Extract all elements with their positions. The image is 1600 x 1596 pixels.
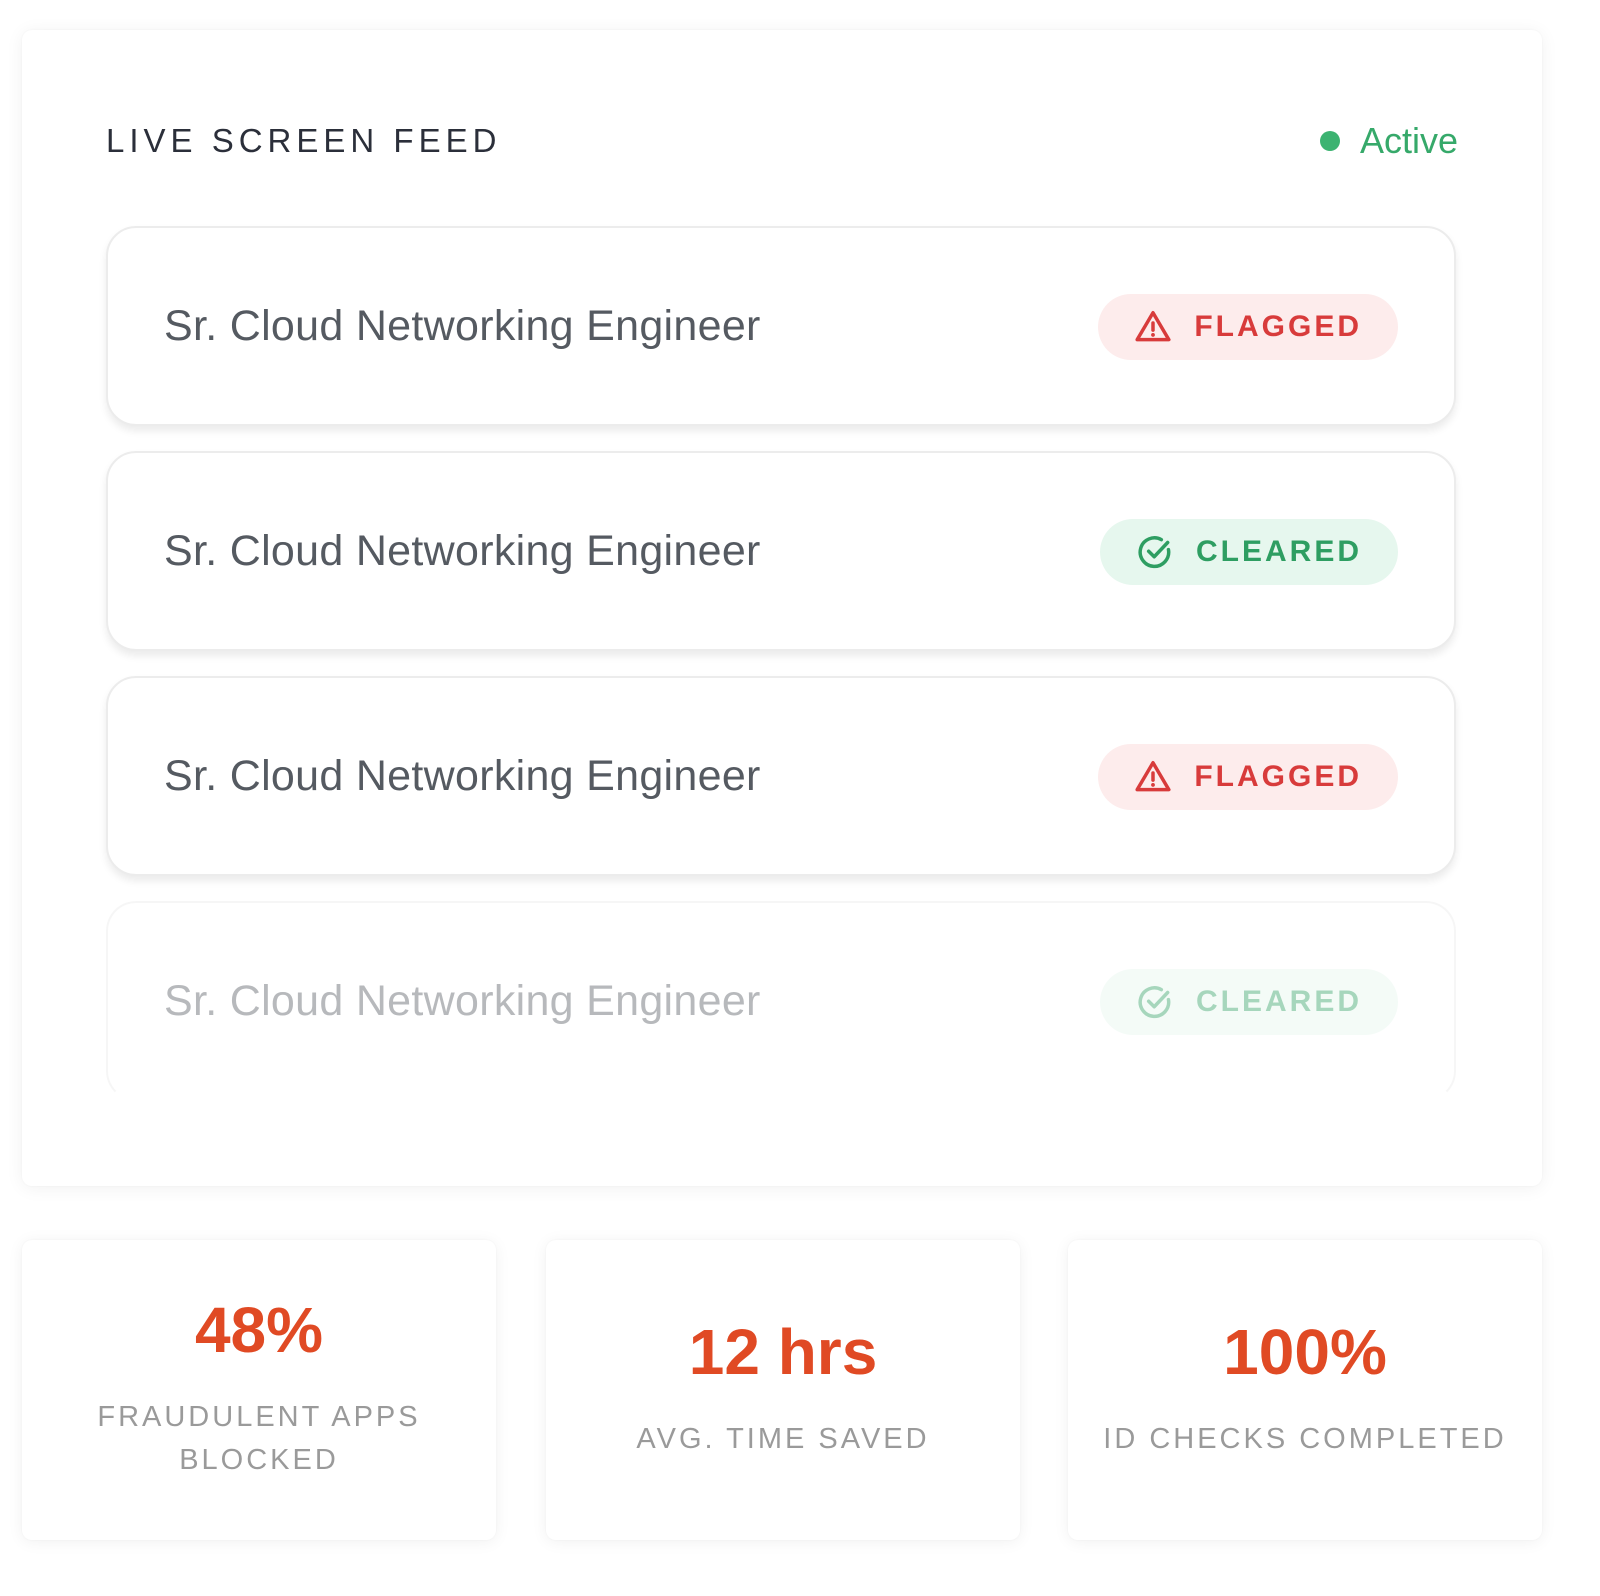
check-circle-icon xyxy=(1138,536,1171,569)
warning-triangle-icon xyxy=(1135,761,1171,792)
badge-label: CLEARED xyxy=(1195,985,1362,1018)
check-circle-icon xyxy=(1138,986,1171,1019)
stat-card-time-saved: 12 hrs AVG. TIME SAVED xyxy=(546,1240,1020,1540)
stat-label: ID CHECKS COMPLETED xyxy=(1103,1422,1507,1455)
stat-label: FRAUDULENT APPS BLOCKED xyxy=(97,1401,421,1476)
flagged-badge: FLAGGED xyxy=(1098,744,1398,810)
stat-label: AVG. TIME SAVED xyxy=(636,1422,930,1455)
feed-item-title: Sr. Cloud Networking Engineer xyxy=(164,752,761,800)
feed-item[interactable]: Sr. Cloud Networking Engineer CLEARED xyxy=(106,451,1456,651)
stat-value: 100% xyxy=(1223,1315,1387,1388)
feed-item[interactable]: Sr. Cloud Networking Engineer CLEARED xyxy=(106,901,1456,1101)
cleared-badge: CLEARED xyxy=(1099,969,1398,1035)
badge-label: CLEARED xyxy=(1195,535,1362,568)
feed-item-title: Sr. Cloud Networking Engineer xyxy=(164,977,761,1025)
cleared-badge: CLEARED xyxy=(1099,519,1398,585)
stat-value: 12 hrs xyxy=(688,1315,878,1388)
feed-item[interactable]: Sr. Cloud Networking Engineer FLAGGED xyxy=(106,676,1456,876)
status-indicator: Active xyxy=(1319,120,1458,162)
status-label: Active xyxy=(1359,120,1458,161)
badge-label: FLAGGED xyxy=(1194,760,1362,793)
status-dot-icon xyxy=(1319,131,1340,151)
stat-card-fraudulent-apps: 48% FRAUDULENT APPS BLOCKED xyxy=(22,1240,496,1540)
feed-title: LIVE SCREEN FEED xyxy=(106,122,502,159)
warning-triangle-icon xyxy=(1135,311,1171,342)
stat-value: 48% xyxy=(194,1294,324,1366)
badge-label: FLAGGED xyxy=(1194,310,1362,343)
stat-card-id-checks: 100% ID CHECKS COMPLETED xyxy=(1068,1240,1542,1540)
feed-item[interactable]: Sr. Cloud Networking Engineer FLAGGED xyxy=(106,226,1456,426)
live-screen-feed-card: LIVE SCREEN FEED Active Sr. Cloud Networ… xyxy=(22,30,1542,1186)
feed-item-title: Sr. Cloud Networking Engineer xyxy=(164,527,761,575)
flagged-badge: FLAGGED xyxy=(1098,294,1398,360)
feed-item-title: Sr. Cloud Networking Engineer xyxy=(164,302,761,350)
